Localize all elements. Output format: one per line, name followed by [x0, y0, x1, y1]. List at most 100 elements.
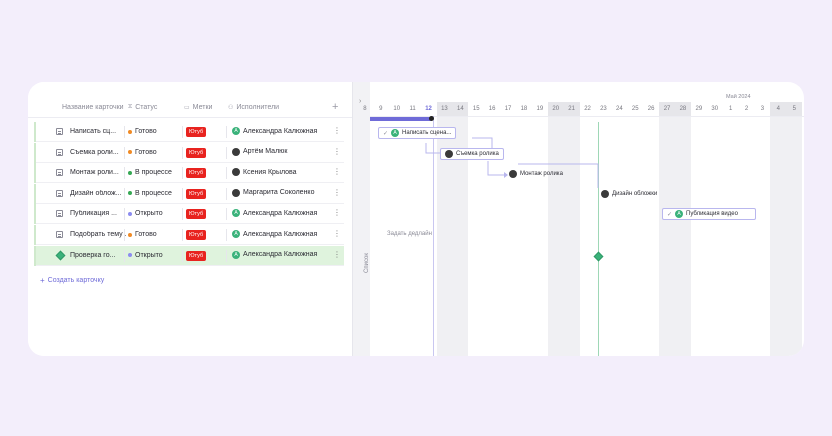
- card-name[interactable]: Подобрать тему ...: [70, 231, 126, 238]
- status-dot: [128, 129, 132, 134]
- avatar: [509, 170, 517, 178]
- divider: [124, 208, 125, 221]
- avatar: А: [675, 210, 684, 218]
- more-icon[interactable]: ⋮: [333, 126, 341, 135]
- table-row[interactable]: Дизайн облож... В процессе Ютуб Маргарит…: [34, 183, 344, 204]
- table-row[interactable]: Съемка роли... Готово Ютуб Артём Малюк ⋮: [34, 142, 344, 163]
- more-icon[interactable]: ⋮: [333, 250, 341, 259]
- gantt-task-bar[interactable]: Монтаж ролика: [504, 168, 568, 180]
- table-row[interactable]: Монтаж роли... В процессе Ютуб Ксения Кр…: [34, 163, 344, 184]
- tag-badge[interactable]: Ютуб: [186, 250, 207, 261]
- card-icon: [56, 169, 63, 177]
- tag-badge[interactable]: Ютуб: [186, 168, 207, 179]
- create-card-button[interactable]: + Создать карточку: [40, 277, 104, 285]
- avatar: А: [232, 250, 240, 259]
- more-icon[interactable]: ⋮: [333, 208, 341, 217]
- card-name[interactable]: Написать сц...: [70, 128, 126, 135]
- status-cell[interactable]: Открыто: [128, 210, 163, 217]
- status-dot: [128, 253, 132, 258]
- status-dot: [128, 150, 132, 155]
- table-row[interactable]: Написать сц... Готово Ютуб А Александра …: [34, 122, 344, 142]
- row-indicator: [34, 142, 36, 163]
- divider: [124, 167, 125, 180]
- card-name[interactable]: Публикация ...: [70, 210, 126, 217]
- divider: [226, 126, 227, 138]
- divider: [124, 126, 125, 138]
- check-icon: ✓: [383, 130, 389, 137]
- card-icon: [56, 210, 63, 218]
- status-dot: [128, 170, 132, 175]
- divider: [182, 187, 183, 200]
- assignee-cell[interactable]: Артём Малюк: [232, 147, 287, 156]
- table-header: Название карточки ⧖ Статус ▭ Метки ⚇ Исп…: [28, 98, 352, 118]
- gantt-task-bar[interactable]: ✓ А Написать сцена...: [378, 127, 457, 139]
- avatar: А: [232, 209, 240, 218]
- gantt-chart[interactable]: Май 2024 8 9 10 11 12 13 14 15 16 17 18 19 20 21 22 23 2…: [363, 82, 804, 356]
- more-icon[interactable]: ⋮: [333, 188, 341, 197]
- assignee-cell[interactable]: А Александра Калюжная: [232, 250, 317, 259]
- card-name[interactable]: Монтаж роли...: [70, 169, 126, 176]
- assignee-cell[interactable]: Маргарита Соколенко: [232, 188, 314, 197]
- card-name[interactable]: Дизайн облож...: [70, 190, 126, 197]
- set-deadline-button[interactable]: Задать дедлайн: [387, 231, 432, 237]
- tag-icon: ▭: [184, 105, 190, 111]
- assignee-cell[interactable]: А Александра Калюжная: [232, 127, 317, 135]
- status-dot: [128, 232, 132, 237]
- gantt-task-bar[interactable]: Дизайн обложки: [596, 188, 662, 200]
- app-card: Название карточки ⧖ Статус ▭ Метки ⚇ Исп…: [28, 82, 804, 356]
- status-cell[interactable]: Готово: [128, 128, 157, 135]
- avatar: [232, 147, 240, 156]
- card-icon: [56, 128, 63, 135]
- card-icon: [56, 189, 63, 197]
- list-panel-toggle[interactable]: › Список: [352, 82, 370, 356]
- table-row[interactable]: Публикация ... Открыто Ютуб А Александра…: [34, 204, 344, 225]
- avatar: [232, 168, 240, 177]
- divider: [226, 208, 227, 221]
- status-cell[interactable]: Готово: [128, 231, 157, 238]
- gantt-task-bar[interactable]: ✓ А Публикация видео: [662, 208, 756, 220]
- gantt-task-bar[interactable]: Съемка ролика: [440, 148, 504, 160]
- card-name[interactable]: Проверка го...: [70, 252, 126, 259]
- divider: [124, 187, 125, 200]
- status-cell[interactable]: Готово: [128, 149, 157, 156]
- assignee-cell[interactable]: А Александра Калюжная: [232, 209, 317, 218]
- col-status-header[interactable]: ⧖ Статус: [128, 104, 157, 111]
- assignee-cell[interactable]: Ксения Крылова: [232, 168, 297, 177]
- check-icon: ✓: [667, 211, 673, 218]
- tag-badge[interactable]: Ютуб: [186, 230, 207, 240]
- more-icon[interactable]: ⋮: [333, 229, 341, 238]
- add-column-button[interactable]: +: [332, 101, 338, 113]
- table-row[interactable]: Проверка го... Открыто Ютуб А Александра…: [34, 245, 344, 266]
- card-icon: [56, 231, 63, 238]
- col-assignee-header[interactable]: ⚇ Исполнители: [228, 104, 279, 111]
- tag-badge[interactable]: Ютуб: [186, 147, 207, 158]
- col-name-header[interactable]: Название карточки: [62, 104, 124, 111]
- row-indicator: [34, 183, 36, 204]
- assignee-cell[interactable]: А Александра Калюжная: [232, 230, 317, 238]
- divider: [182, 146, 183, 159]
- tag-badge[interactable]: Ютуб: [186, 188, 207, 199]
- table-row[interactable]: Подобрать тему ... Готово Ютуб А Алексан…: [34, 225, 344, 245]
- status-cell[interactable]: В процессе: [128, 190, 172, 197]
- col-tags-header[interactable]: ▭ Метки: [184, 104, 212, 111]
- status-cell[interactable]: Открыто: [128, 252, 163, 259]
- row-indicator: [34, 122, 36, 142]
- tag-badge[interactable]: Ютуб: [186, 127, 207, 137]
- avatar: А: [232, 127, 240, 135]
- avatar: [445, 150, 453, 158]
- row-indicator: [34, 225, 36, 245]
- card-name[interactable]: Съемка роли...: [70, 149, 126, 156]
- more-icon[interactable]: ⋮: [333, 147, 341, 156]
- status-dot: [128, 191, 132, 196]
- divider: [182, 167, 183, 180]
- more-icon[interactable]: ⋮: [333, 167, 341, 176]
- status-cell[interactable]: В процессе: [128, 169, 172, 176]
- user-icon: ⚇: [228, 105, 234, 111]
- divider: [226, 249, 227, 262]
- milestone-icon: [55, 250, 66, 261]
- tag-badge[interactable]: Ютуб: [186, 209, 207, 220]
- divider: [182, 229, 183, 241]
- divider: [226, 187, 227, 200]
- row-indicator: [34, 245, 36, 266]
- divider: [182, 208, 183, 221]
